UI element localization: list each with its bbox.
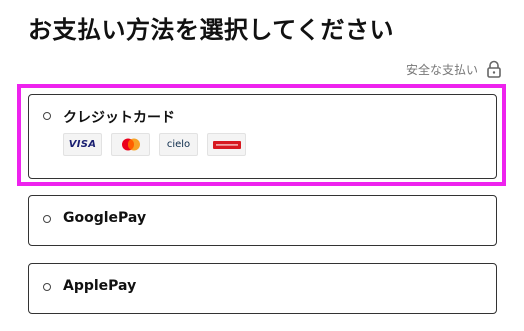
radio-applepay[interactable] xyxy=(43,283,51,291)
secure-payment-label: 安全な支払い xyxy=(405,62,478,77)
mastercard-logo xyxy=(111,133,150,156)
visa-logo: VISA xyxy=(63,133,102,156)
secure-payment-indicator: 安全な支払い xyxy=(406,60,502,78)
payment-option-credit-card[interactable]: クレジットカード VISA cielo xyxy=(28,94,497,179)
card-brand-logo xyxy=(207,133,246,156)
page-title: お支払い方法を選択してください xyxy=(28,16,395,44)
radio-credit-card[interactable] xyxy=(43,112,51,120)
radio-googlepay[interactable] xyxy=(43,215,51,223)
card-brand-list: VISA cielo xyxy=(63,133,246,156)
payment-option-googlepay[interactable]: GooglePay xyxy=(28,195,497,246)
lock-icon xyxy=(486,60,502,78)
payment-option-applepay[interactable]: ApplePay xyxy=(28,263,497,314)
payment-option-label: GooglePay xyxy=(63,210,147,226)
cielo-logo: cielo xyxy=(159,133,198,156)
payment-option-label: ApplePay xyxy=(63,278,137,294)
payment-option-label: クレジットカード xyxy=(63,110,175,126)
